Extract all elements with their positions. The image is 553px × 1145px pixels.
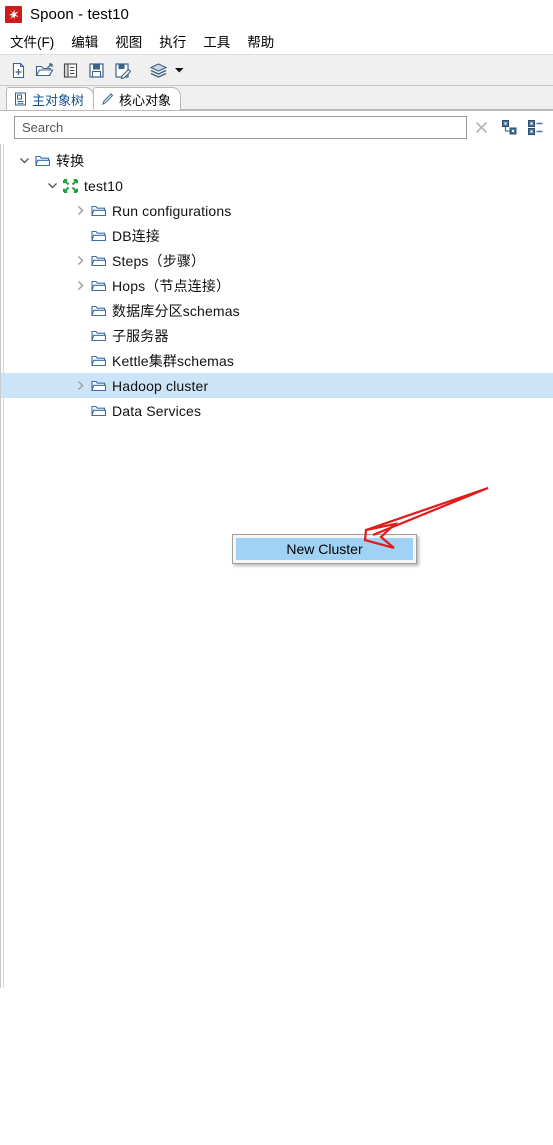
- search-row: [0, 111, 553, 144]
- menu-view[interactable]: 视图: [115, 31, 142, 51]
- tree-row-label: DB连接: [112, 227, 161, 244]
- tree-row-label: test10: [84, 177, 124, 194]
- context-menu: New Cluster: [232, 534, 417, 564]
- tree-row[interactable]: 子服务器: [1, 323, 553, 348]
- new-file-icon: [12, 62, 24, 78]
- menu-bar: 文件(F) 编辑 视图 执行 工具 帮助: [0, 28, 553, 54]
- folder-icon: [91, 354, 112, 367]
- tab-core-objects[interactable]: 核心对象: [93, 87, 182, 110]
- tree-row[interactable]: test10: [1, 173, 553, 198]
- chevron-down-icon: [174, 68, 183, 73]
- spoon-glyph: [9, 9, 19, 19]
- chevron-right-icon[interactable]: [69, 380, 91, 391]
- search-input[interactable]: [20, 119, 461, 136]
- tree-row-label: 转换: [56, 152, 85, 169]
- context-menu-item-new-cluster[interactable]: New Cluster: [236, 538, 413, 560]
- folder-icon: [91, 379, 112, 392]
- toolbar: [0, 54, 553, 86]
- tree-row-label: 数据库分区schemas: [112, 302, 240, 319]
- chevron-right-icon[interactable]: [69, 255, 91, 266]
- perspective-dropdown-button[interactable]: [171, 57, 187, 83]
- tree-row-label: Data Services: [112, 402, 202, 419]
- chevron-right-icon[interactable]: [69, 205, 91, 216]
- tree-row[interactable]: 数据库分区schemas: [1, 298, 553, 323]
- document-tree-icon: [14, 92, 27, 106]
- menu-file[interactable]: 文件(F): [10, 31, 54, 51]
- tree-row-label: Hops（节点连接）: [112, 277, 231, 294]
- folder-icon: [91, 204, 112, 217]
- tree-row[interactable]: Hadoop cluster: [1, 373, 553, 398]
- folder-icon: [91, 229, 112, 242]
- folder-icon: [91, 254, 112, 267]
- clear-search-button[interactable]: [467, 115, 495, 141]
- menu-edit[interactable]: 编辑: [71, 31, 98, 51]
- chevron-right-icon[interactable]: [69, 280, 91, 291]
- tree-row-label: Steps（步骤）: [112, 252, 206, 269]
- expand-all-icon: [527, 120, 542, 135]
- new-file-button[interactable]: [5, 57, 31, 83]
- explorer-icon: [63, 62, 77, 78]
- tree-row[interactable]: Steps（步骤）: [1, 248, 553, 273]
- close-icon: [475, 121, 487, 134]
- collapse-all-icon: [501, 120, 516, 135]
- open-file-button[interactable]: [31, 57, 57, 83]
- menu-help[interactable]: 帮助: [247, 31, 274, 51]
- save-button[interactable]: [83, 57, 109, 83]
- tree-row[interactable]: Kettle集群schemas: [1, 348, 553, 373]
- chevron-down-icon[interactable]: [41, 180, 63, 191]
- transformation-icon: [63, 178, 84, 193]
- tree-row[interactable]: Hops（节点连接）: [1, 273, 553, 298]
- window-title: Spoon - test10: [30, 5, 129, 23]
- tree-row-label: Hadoop cluster: [112, 377, 209, 394]
- tab-main-object-tree[interactable]: 主对象树: [6, 87, 95, 110]
- tree-row[interactable]: Run configurations: [1, 198, 553, 223]
- expand-all-button[interactable]: [525, 118, 545, 138]
- save-as-icon: [114, 62, 131, 79]
- tab-strip-filler: [180, 86, 553, 110]
- tree-view-buttons: [499, 118, 545, 138]
- object-tree-panel: 转换 test10 Run configurations DB连接 Steps（步骤） H…: [0, 144, 553, 988]
- tree-row[interactable]: 转换: [1, 148, 553, 173]
- chevron-down-icon[interactable]: [13, 155, 35, 166]
- tab-label: 主对象树: [32, 92, 85, 108]
- save-icon: [88, 62, 104, 78]
- explorer-button[interactable]: [57, 57, 83, 83]
- tree-rows: 转换 test10 Run configurations DB连接 Steps（步骤） H…: [1, 148, 553, 423]
- search-box[interactable]: [14, 116, 467, 139]
- perspective-button[interactable]: [145, 57, 171, 83]
- layers-icon: [149, 62, 167, 78]
- folder-icon: [91, 329, 112, 342]
- tree-row-label: 子服务器: [112, 327, 169, 344]
- spoon-icon: [5, 5, 22, 23]
- save-as-button[interactable]: [109, 57, 135, 83]
- tab-label: 核心对象: [119, 92, 172, 108]
- tree-row[interactable]: Data Services: [1, 398, 553, 423]
- tree-row-label: Kettle集群schemas: [112, 352, 235, 369]
- open-folder-icon: [35, 62, 53, 76]
- tree-row[interactable]: DB连接: [1, 223, 553, 248]
- collapse-all-button[interactable]: [499, 118, 519, 138]
- pencil-icon: [101, 92, 114, 106]
- folder-icon: [91, 304, 112, 317]
- tree-row-label: Run configurations: [112, 202, 232, 219]
- folder-icon: [35, 154, 56, 167]
- title-bar: Spoon - test10: [0, 0, 553, 28]
- folder-icon: [91, 404, 112, 417]
- menu-tools[interactable]: 工具: [203, 31, 230, 51]
- tab-strip: 主对象树 核心对象: [0, 86, 553, 111]
- menu-run[interactable]: 执行: [159, 31, 186, 51]
- folder-icon: [91, 279, 112, 292]
